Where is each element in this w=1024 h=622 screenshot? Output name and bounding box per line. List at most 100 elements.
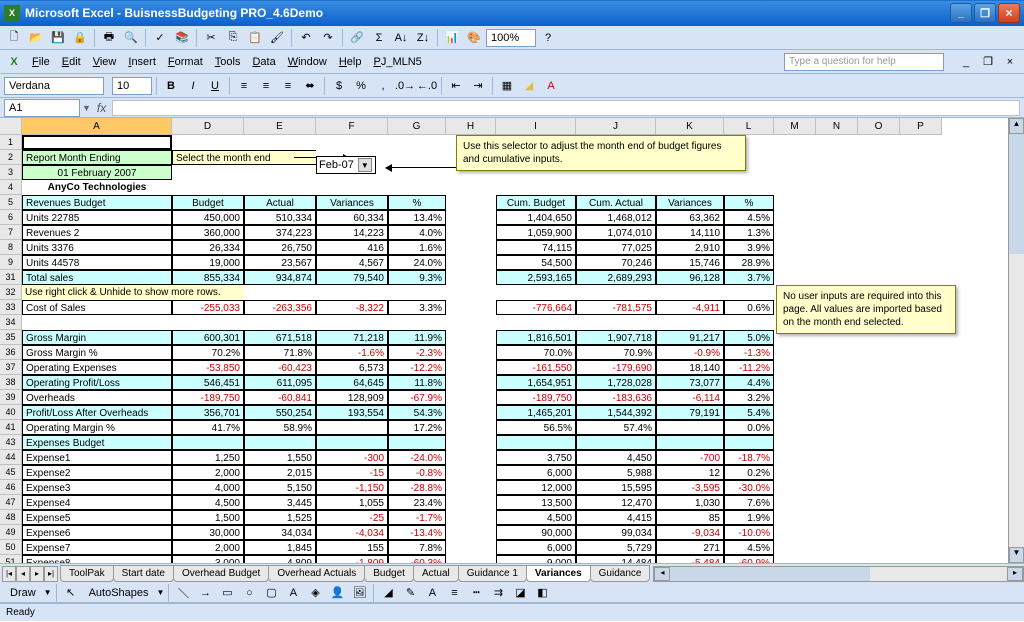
- undo-button[interactable]: ↶: [296, 28, 316, 48]
- col-header-E[interactable]: E: [244, 118, 316, 134]
- sort-asc-button[interactable]: A↓: [391, 28, 411, 48]
- cell-r38-6[interactable]: 73,077: [656, 375, 724, 390]
- fill-color-button[interactable]: ◢: [519, 76, 539, 96]
- cell-r35-1[interactable]: 671,518: [244, 330, 316, 345]
- cell-r44-0[interactable]: 1,250: [172, 450, 244, 465]
- row-header-38[interactable]: 38: [0, 375, 21, 390]
- arrow-button[interactable]: →: [195, 583, 215, 603]
- cell-r39-6[interactable]: -6,114: [656, 390, 724, 405]
- cell-r51-6[interactable]: -5,484: [656, 555, 724, 563]
- textbox-button[interactable]: ▢: [261, 583, 281, 603]
- decrease-decimal-button[interactable]: ←.0: [417, 76, 437, 96]
- menu-tools[interactable]: Tools: [209, 54, 247, 70]
- help-button[interactable]: ?: [538, 28, 558, 48]
- cell-r31-5[interactable]: 2,689,293: [576, 270, 656, 285]
- label-gross_margin[interactable]: Gross Margin: [22, 330, 172, 345]
- col-header-I[interactable]: I: [496, 118, 576, 134]
- new-button[interactable]: 🗋: [4, 28, 24, 48]
- row-header-45[interactable]: 45: [0, 465, 21, 480]
- cell-r48-2[interactable]: -25: [316, 510, 388, 525]
- sheet-tab-overhead-actuals[interactable]: Overhead Actuals: [268, 565, 365, 582]
- cell-r48-3[interactable]: -1.7%: [388, 510, 446, 525]
- decrease-indent-button[interactable]: ⇤: [446, 76, 466, 96]
- increase-indent-button[interactable]: ⇥: [468, 76, 488, 96]
- cell-r35-6[interactable]: 91,217: [656, 330, 724, 345]
- row-header-32[interactable]: 32: [0, 285, 21, 300]
- sort-desc-button[interactable]: Z↓: [413, 28, 433, 48]
- label-exp1[interactable]: Expense1: [22, 450, 172, 465]
- cell-r33-2[interactable]: -8,322: [316, 300, 388, 315]
- cell-r45-1[interactable]: 2,015: [244, 465, 316, 480]
- cell-r40-5[interactable]: 1,544,392: [576, 405, 656, 420]
- cell-r47-1[interactable]: 3,445: [244, 495, 316, 510]
- cell-r33-1[interactable]: -263,356: [244, 300, 316, 315]
- picture-button[interactable]: 🖼: [349, 583, 369, 603]
- line-style-button[interactable]: ≡: [444, 583, 464, 603]
- label-exp2[interactable]: Expense2: [22, 465, 172, 480]
- cell-r46-1[interactable]: 5,150: [244, 480, 316, 495]
- cell-r40-3[interactable]: 54.3%: [388, 405, 446, 420]
- menu-data[interactable]: Data: [246, 54, 281, 70]
- row-header-44[interactable]: 44: [0, 450, 21, 465]
- cell-r38-7[interactable]: 4.4%: [724, 375, 774, 390]
- cell-r41-3[interactable]: 17.2%: [388, 420, 446, 435]
- cell-r39-5[interactable]: -183,636: [576, 390, 656, 405]
- cell-r45-5[interactable]: 5,988: [576, 465, 656, 480]
- open-button[interactable]: 📂: [26, 28, 46, 48]
- drawing-button[interactable]: 🎨: [464, 28, 484, 48]
- cell-r8-2[interactable]: 416: [316, 240, 388, 255]
- row-header-39[interactable]: 39: [0, 390, 21, 405]
- cell-r37-2[interactable]: 6,573: [316, 360, 388, 375]
- cell-r44-1[interactable]: 1,550: [244, 450, 316, 465]
- label-report-month-ending[interactable]: Report Month Ending: [22, 150, 172, 165]
- label-exp8[interactable]: Expense8: [22, 555, 172, 563]
- increase-decimal-button[interactable]: .0→: [395, 76, 415, 96]
- cell-r6-0[interactable]: 450,000: [172, 210, 244, 225]
- cell-r48-4[interactable]: 4,500: [496, 510, 576, 525]
- arrow-style-button[interactable]: ⇉: [488, 583, 508, 603]
- cell-r50-3[interactable]: 7.8%: [388, 540, 446, 555]
- cut-button[interactable]: ✂: [201, 28, 221, 48]
- cell-r33-3[interactable]: 3.3%: [388, 300, 446, 315]
- formula-input[interactable]: [112, 100, 1020, 116]
- cell-r33-5[interactable]: -781,575: [576, 300, 656, 315]
- header-hdr_cum_actual-J[interactable]: Cum. Actual: [576, 195, 656, 210]
- cell-r37-0[interactable]: -53,850: [172, 360, 244, 375]
- cell-r45-3[interactable]: -0.8%: [388, 465, 446, 480]
- print-preview-button[interactable]: 🔍: [121, 28, 141, 48]
- label-units1[interactable]: Units 22785: [22, 210, 172, 225]
- minimize-button[interactable]: _: [950, 3, 972, 23]
- header-hdr_budget-D[interactable]: Budget: [172, 195, 244, 210]
- cell-r44-4[interactable]: 3,750: [496, 450, 576, 465]
- cell-r8-0[interactable]: 26,334: [172, 240, 244, 255]
- horizontal-scrollbar[interactable]: ◂ ▸: [653, 566, 1024, 582]
- cell-r40-6[interactable]: 79,191: [656, 405, 724, 420]
- hyperlink-button[interactable]: 🔗: [347, 28, 367, 48]
- cell-r6-2[interactable]: 60,334: [316, 210, 388, 225]
- cell-r37-3[interactable]: -12.2%: [388, 360, 446, 375]
- help-question-box[interactable]: Type a question for help: [784, 53, 944, 71]
- cell-r8-7[interactable]: 3.9%: [724, 240, 774, 255]
- cell-r31-4[interactable]: 2,593,165: [496, 270, 576, 285]
- cell-r39-1[interactable]: -60,841: [244, 390, 316, 405]
- menu-format[interactable]: Format: [162, 54, 209, 70]
- cell-r33-7[interactable]: 0.6%: [724, 300, 774, 315]
- cell-r40-7[interactable]: 5.4%: [724, 405, 774, 420]
- sheet-tab-guidance-1[interactable]: Guidance 1: [458, 565, 527, 582]
- cell-r48-7[interactable]: 1.9%: [724, 510, 774, 525]
- label-overheads[interactable]: Overheads: [22, 390, 172, 405]
- cell-r7-5[interactable]: 1,074,010: [576, 225, 656, 240]
- cell-r9-4[interactable]: 54,500: [496, 255, 576, 270]
- cell-r9-3[interactable]: 24.0%: [388, 255, 446, 270]
- cell-r47-3[interactable]: 23.4%: [388, 495, 446, 510]
- label-revenues-budget[interactable]: Revenues Budget: [22, 195, 172, 210]
- menu-window[interactable]: Window: [282, 54, 333, 70]
- cell-r43-F[interactable]: [316, 435, 388, 450]
- label-units4[interactable]: Units 44578: [22, 255, 172, 270]
- sheet-tab-actual[interactable]: Actual: [413, 565, 459, 582]
- cell-r49-5[interactable]: 99,034: [576, 525, 656, 540]
- menu-file[interactable]: File: [26, 54, 56, 70]
- autoshapes-menu[interactable]: AutoShapes: [83, 585, 155, 601]
- label-exp7[interactable]: Expense7: [22, 540, 172, 555]
- merge-center-button[interactable]: ⬌: [300, 76, 320, 96]
